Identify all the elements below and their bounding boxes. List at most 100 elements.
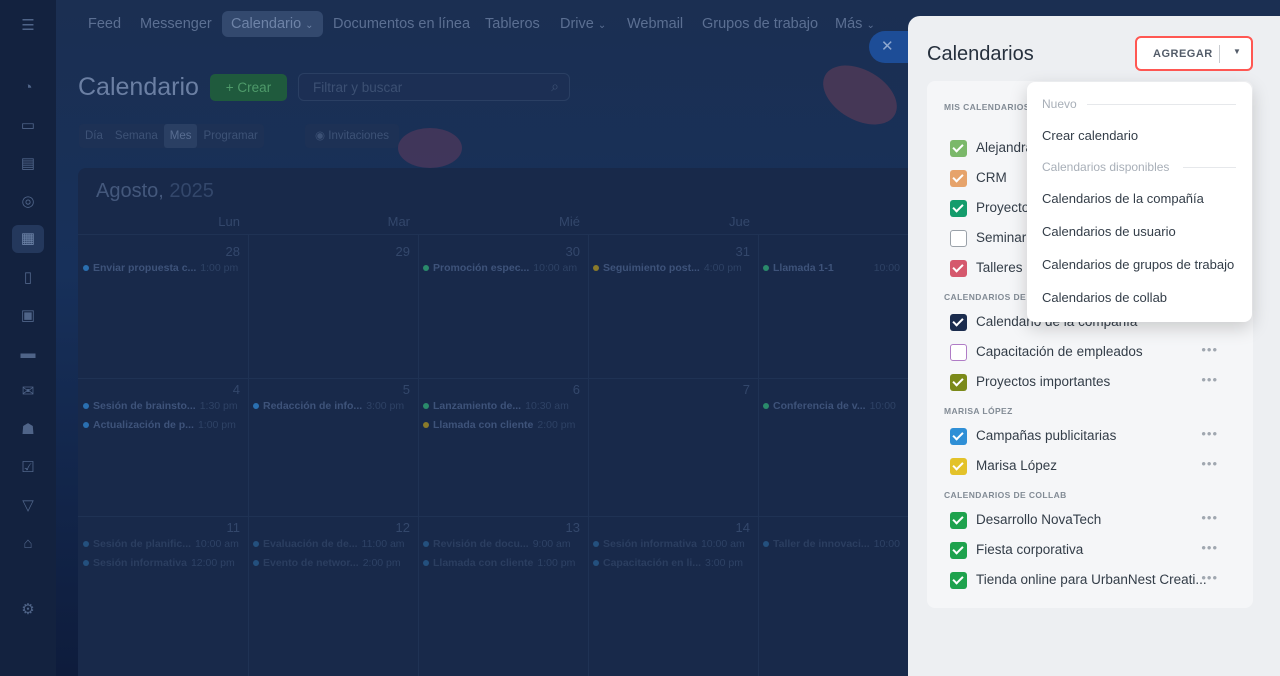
shop-icon[interactable]: ⌂ xyxy=(18,534,38,554)
calendar-event[interactable]: Lanzamiento de... 10:30 am xyxy=(423,400,579,412)
calendar-event[interactable]: Llamada 1-1 10:00 xyxy=(763,262,903,274)
calendar-checkbox[interactable] xyxy=(950,314,967,331)
activity-icon[interactable]: ◔ xyxy=(18,78,38,98)
calendar-event[interactable]: Llamada con cliente 1:00 pm xyxy=(423,557,579,569)
search-input[interactable]: Filtrar y buscar ⌕ xyxy=(298,73,570,101)
day-number[interactable]: 13 xyxy=(420,520,580,535)
nav-feed[interactable]: Feed xyxy=(88,16,121,32)
user-calendars-item[interactable]: Calendarios de usuario xyxy=(1042,224,1176,239)
calendar-checkbox[interactable] xyxy=(950,572,967,589)
calendar-row[interactable]: Capacitación de empleados ••• xyxy=(950,342,1250,362)
day-number[interactable]: 14 xyxy=(590,520,750,535)
calendar-checkbox[interactable] xyxy=(950,200,967,217)
calendar-row[interactable]: Tienda online para UrbanNest Creati... ••… xyxy=(950,570,1250,590)
view-week[interactable]: Semana xyxy=(109,124,164,148)
nav-messenger[interactable]: Messenger xyxy=(140,16,212,32)
more-icon[interactable]: ••• xyxy=(1201,510,1218,525)
calendar-icon[interactable]: ▦ xyxy=(12,225,44,253)
calendar-event[interactable]: Evaluación de de... 11:00 am xyxy=(253,538,409,550)
more-icon[interactable]: ••• xyxy=(1201,540,1218,555)
calendar-row[interactable]: Fiesta corporativa ••• xyxy=(950,540,1250,560)
calendar-event[interactable]: Sesión de planific... 10:00 am xyxy=(83,538,239,550)
more-icon[interactable]: ••• xyxy=(1201,372,1218,387)
day-number[interactable]: 4 xyxy=(80,382,240,397)
more-icon[interactable]: ••• xyxy=(1201,570,1218,585)
calendar-row[interactable]: Marisa López ••• xyxy=(950,456,1250,476)
calendar-checkbox[interactable] xyxy=(950,170,967,187)
chat-icon[interactable]: ▭ xyxy=(18,116,38,136)
event-dot xyxy=(83,265,89,272)
settings-icon[interactable]: ⚙ xyxy=(18,600,38,620)
day-number[interactable]: 7 xyxy=(590,382,750,397)
calendar-row[interactable]: Desarrollo NovaTech ••• xyxy=(950,510,1250,530)
calendar-checkbox[interactable] xyxy=(950,374,967,391)
nav-mas[interactable]: Más ⌄ xyxy=(835,16,875,32)
calendar-event[interactable]: Actualización de p... 1:00 pm xyxy=(83,419,239,431)
nav-calendario[interactable]: Calendario ⌄ xyxy=(222,11,323,37)
day-number[interactable]: 12 xyxy=(250,520,410,535)
create-calendar-item[interactable]: Crear calendario xyxy=(1042,128,1138,143)
nav-grupos[interactable]: Grupos de trabajo xyxy=(702,16,818,32)
caret-down-icon[interactable]: ▼ xyxy=(1233,47,1241,56)
create-button[interactable]: + Crear xyxy=(210,74,287,101)
day-number[interactable]: 28 xyxy=(80,244,240,259)
drive-icon[interactable]: ▬ xyxy=(18,344,38,364)
calendar-event[interactable]: Evento de networ... 2:00 pm xyxy=(253,557,409,569)
calendar-event[interactable]: Llamada con cliente 2:00 pm xyxy=(423,419,579,431)
event-time: 10:00 xyxy=(873,538,900,550)
calendar-event[interactable]: Capacitación en li... 3:00 pm xyxy=(593,557,749,569)
mail-icon[interactable]: ✉ xyxy=(18,382,38,402)
calendar-checkbox[interactable] xyxy=(950,458,967,475)
view-day[interactable]: Día xyxy=(79,124,109,148)
workgroup-calendars-item[interactable]: Calendarios de grupos de trabajo xyxy=(1042,257,1234,272)
day-number[interactable]: 5 xyxy=(250,382,410,397)
calendar-event[interactable]: Seguimiento post... 4:00 pm xyxy=(593,262,749,274)
calendar-checkbox[interactable] xyxy=(950,344,967,361)
day-number[interactable]: 31 xyxy=(590,244,750,259)
calendar-checkbox[interactable] xyxy=(950,542,967,559)
more-icon[interactable]: ••• xyxy=(1201,342,1218,357)
calendar-event[interactable]: Promoción espec... 10:00 am xyxy=(423,262,579,274)
calendar-event[interactable]: Redacción de info... 3:00 pm xyxy=(253,400,409,412)
board-icon[interactable]: ▣ xyxy=(18,306,38,326)
menu-icon[interactable]: ☰ xyxy=(18,16,38,36)
nav-documentos[interactable]: Documentos en línea xyxy=(333,16,470,32)
calendar-checkbox[interactable] xyxy=(950,512,967,529)
calendar-event[interactable]: Sesión informativa 10:00 am xyxy=(593,538,749,550)
calendar-event[interactable]: Conferencia de v... 10:00 xyxy=(763,400,903,412)
day-number[interactable]: 29 xyxy=(250,244,410,259)
day-number[interactable]: 6 xyxy=(420,382,580,397)
calendar-row[interactable]: Proyectos importantes ••• xyxy=(950,372,1250,392)
calendar-event[interactable]: Sesión informativa 12:00 pm xyxy=(83,557,239,569)
day-number[interactable]: 11 xyxy=(80,520,241,535)
calendar-event[interactable]: Sesión de brainsto... 1:30 pm xyxy=(83,400,239,412)
calendar-checkbox[interactable] xyxy=(950,260,967,277)
target-icon[interactable]: ◎ xyxy=(18,192,38,212)
nav-tableros[interactable]: Tableros xyxy=(485,16,540,32)
nav-drive[interactable]: Drive ⌄ xyxy=(560,16,606,32)
calendar-event[interactable]: Taller de innovaci... 10:00 xyxy=(763,538,903,550)
nav-webmail[interactable]: Webmail xyxy=(627,16,683,32)
day-number[interactable]: 30 xyxy=(420,244,580,259)
more-icon[interactable]: ••• xyxy=(1201,426,1218,441)
dayname-tue: Mar xyxy=(387,214,410,229)
file-icon[interactable]: ▯ xyxy=(18,268,38,288)
view-schedule[interactable]: Programar xyxy=(197,124,263,148)
calendar-row[interactable]: Campañas publicitarias ••• xyxy=(950,426,1250,446)
more-icon[interactable]: ••• xyxy=(1201,456,1218,471)
calendar-checkbox[interactable] xyxy=(950,230,967,247)
calendar-event[interactable]: Enviar propuesta c... 1:00 pm xyxy=(83,262,239,274)
event-dot xyxy=(83,560,89,567)
company-calendars-item[interactable]: Calendarios de la compañía xyxy=(1042,191,1204,206)
collab-calendars-item[interactable]: Calendarios de collab xyxy=(1042,290,1167,305)
groups-icon[interactable]: ☗ xyxy=(18,420,38,440)
tasks-icon[interactable]: ☑ xyxy=(18,458,38,478)
view-month[interactable]: Mes xyxy=(163,124,198,148)
calendar-checkbox[interactable] xyxy=(950,140,967,157)
calendar-checkbox[interactable] xyxy=(950,428,967,445)
calendar-event[interactable]: Revisión de docu... 9:00 am xyxy=(423,538,579,550)
filter-icon[interactable]: ▽ xyxy=(18,496,38,516)
document-icon[interactable]: ▤ xyxy=(18,154,38,174)
invitations-button[interactable]: ◉ Invitaciones xyxy=(305,124,399,148)
add-button[interactable]: AGREGAR ▼ xyxy=(1135,36,1253,71)
